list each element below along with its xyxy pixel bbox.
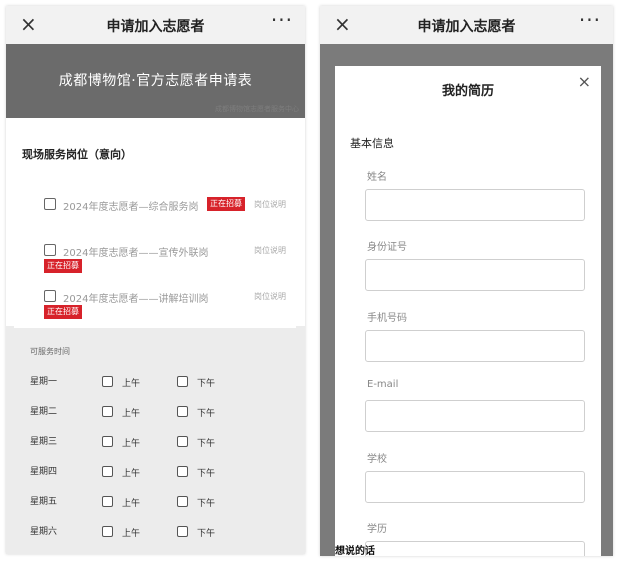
right-screen: × 申请加入志愿者 ··· 我的简历 × 基本信息 姓名 身份证号 手机号码 E… [320, 6, 613, 556]
left-screen: × 申请加入志愿者 ··· 成都博物馆·官方志愿者申请表 成都博物馆志愿者服务中… [6, 6, 305, 554]
more-options-icon[interactable]: ··· [271, 8, 293, 32]
job-description-link[interactable]: 岗位说明 [254, 245, 286, 256]
school-label: 学校 [367, 454, 387, 465]
am-checkbox[interactable] [102, 466, 113, 477]
job-description-link[interactable]: 岗位说明 [254, 291, 286, 302]
day-name: 星期二 [30, 407, 58, 417]
banner-caption: 成都博物馆志愿者服务中心 [215, 105, 299, 113]
am-label: 上午 [122, 409, 141, 419]
id-number-label: 身份证号 [367, 242, 407, 253]
am-checkbox[interactable] [102, 436, 113, 447]
page-title: 申请加入志愿者 [417, 19, 516, 35]
close-icon[interactable]: × [578, 72, 591, 91]
school-input[interactable] [365, 471, 585, 503]
day-name: 星期六 [30, 527, 58, 537]
am-checkbox[interactable] [102, 526, 113, 537]
day-name: 星期五 [30, 497, 58, 507]
education-input[interactable] [365, 541, 585, 556]
am-checkbox[interactable] [102, 496, 113, 507]
day-row: 星期一 上午 下午 [14, 368, 296, 398]
am-label: 上午 [122, 439, 141, 449]
job-name: 2024年度志愿者—综合服务岗 [63, 202, 199, 213]
education-label: 学历 [367, 524, 387, 535]
pm-checkbox[interactable] [177, 376, 188, 387]
pm-checkbox[interactable] [177, 436, 188, 447]
day-name: 星期三 [30, 437, 58, 447]
pm-label: 下午 [197, 409, 216, 419]
job-item[interactable]: 2024年度志愿者——讲解培训岗 正在招募 岗位说明 [14, 268, 296, 319]
email-input[interactable] [365, 400, 585, 432]
job-description-link[interactable]: 岗位说明 [254, 199, 286, 210]
day-name: 星期四 [30, 467, 58, 477]
pm-label: 下午 [197, 379, 216, 389]
job-checkbox[interactable] [44, 244, 56, 256]
pm-label: 下午 [197, 499, 216, 509]
pm-checkbox[interactable] [177, 526, 188, 537]
modal-title: 我的简历 [441, 84, 494, 99]
pm-label: 下午 [197, 529, 216, 539]
service-time-section: 可服务时间 星期一 上午 下午 星期二 上午 下午 星期三 上午 下午 星期四 … [14, 332, 296, 554]
page-title: 申请加入志愿者 [106, 19, 205, 35]
resume-modal: 我的简历 × 基本信息 姓名 身份证号 手机号码 E-mail 学校 学历 [335, 66, 601, 556]
section-title: 基本信息 [350, 137, 394, 150]
banner: 成都博物馆·官方志愿者申请表 成都博物馆志愿者服务中心 [6, 44, 305, 118]
top-bar: × 申请加入志愿者 ··· [6, 6, 305, 44]
am-label: 上午 [122, 469, 141, 479]
service-time-label: 可服务时间 [30, 347, 70, 356]
name-input[interactable] [365, 189, 585, 221]
job-checkbox[interactable] [44, 290, 56, 302]
pm-checkbox[interactable] [177, 496, 188, 507]
email-label: E-mail [367, 379, 399, 390]
id-number-input[interactable] [365, 259, 585, 291]
job-name: 2024年度志愿者——讲解培训岗 [63, 294, 209, 305]
pm-checkbox[interactable] [177, 466, 188, 477]
section-title: 现场服务岗位（意向） [22, 148, 132, 161]
name-label: 姓名 [367, 172, 387, 183]
job-item[interactable]: 2024年度志愿者—综合服务岗 正在招募 岗位说明 [14, 176, 296, 216]
banner-title: 成都博物馆·官方志愿者申请表 [58, 73, 253, 89]
message-label: 想说的话 [335, 546, 375, 556]
day-row: 星期二 上午 下午 [14, 398, 296, 428]
job-checkbox[interactable] [44, 198, 56, 210]
phone-input[interactable] [365, 330, 585, 362]
am-label: 上午 [122, 499, 141, 509]
job-name: 2024年度志愿者——宣传外联岗 [63, 248, 209, 259]
pm-label: 下午 [197, 439, 216, 449]
pm-label: 下午 [197, 469, 216, 479]
top-bar: × 申请加入志愿者 ··· [320, 6, 613, 44]
pm-checkbox[interactable] [177, 406, 188, 417]
day-row: 星期六 上午 下午 [14, 518, 296, 548]
am-label: 上午 [122, 529, 141, 539]
recruiting-badge: 正在招募 [44, 305, 82, 319]
more-options-icon[interactable]: ··· [579, 8, 601, 32]
job-item[interactable]: 2024年度志愿者——宣传外联岗 正在招募 岗位说明 [14, 222, 296, 273]
recruiting-badge: 正在招募 [207, 197, 245, 211]
am-label: 上午 [122, 379, 141, 389]
phone-label: 手机号码 [367, 313, 407, 324]
am-checkbox[interactable] [102, 406, 113, 417]
day-row: 星期五 上午 下午 [14, 488, 296, 518]
job-list: 2024年度志愿者—综合服务岗 正在招募 岗位说明 2024年度志愿者——宣传外… [14, 168, 296, 328]
day-name: 星期一 [30, 377, 58, 387]
day-row: 星期三 上午 下午 [14, 428, 296, 458]
am-checkbox[interactable] [102, 376, 113, 387]
day-row: 星期四 上午 下午 [14, 458, 296, 488]
